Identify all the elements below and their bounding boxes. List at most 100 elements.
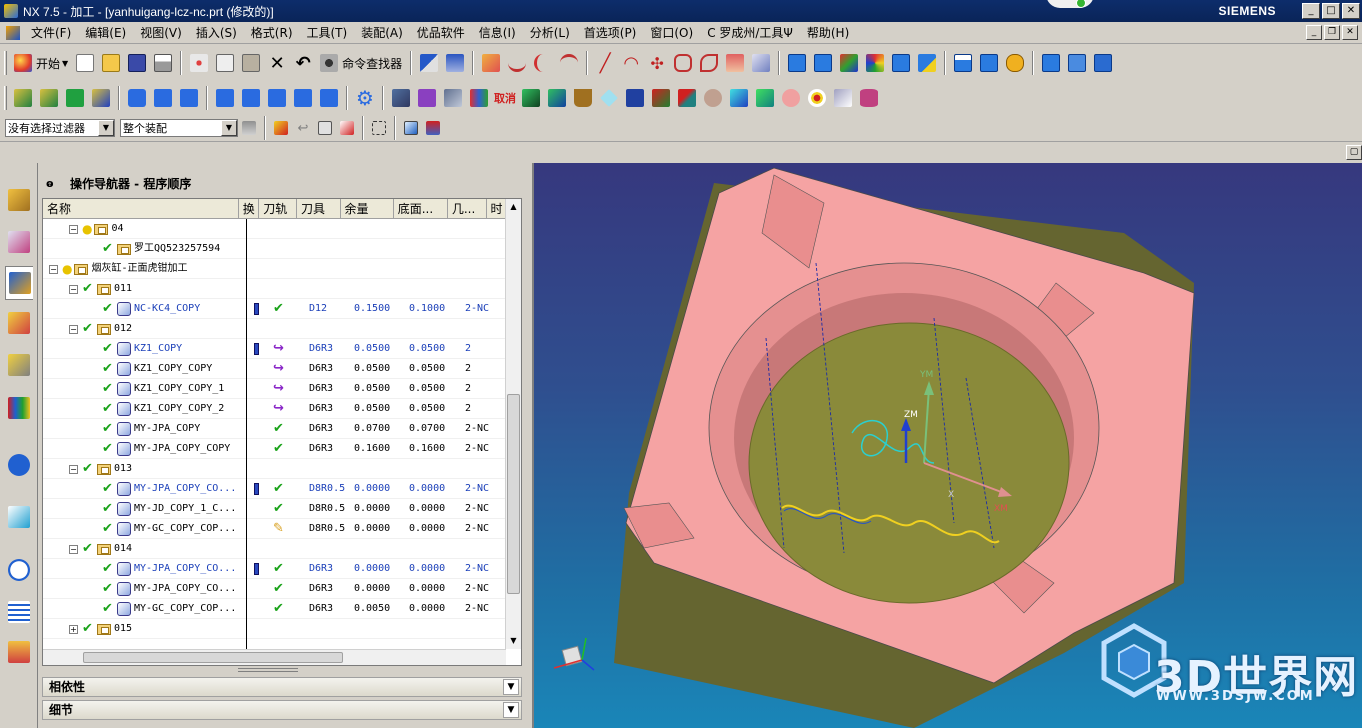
barcode-button[interactable] bbox=[239, 86, 263, 110]
line-button[interactable]: ╱ bbox=[593, 51, 617, 75]
maximize-button[interactable]: □ bbox=[1322, 3, 1340, 19]
toolbar-grip[interactable] bbox=[4, 86, 7, 110]
command-finder-button[interactable]: 命令查找器 bbox=[316, 51, 406, 75]
column-name[interactable]: 名称 bbox=[43, 199, 239, 219]
rotate-button[interactable] bbox=[317, 86, 341, 110]
pin-red-button[interactable] bbox=[423, 118, 443, 138]
target-button[interactable] bbox=[805, 86, 829, 110]
scroll-up-icon[interactable]: ▲ bbox=[506, 199, 521, 215]
funnel-button[interactable] bbox=[239, 118, 259, 138]
table-row[interactable]: + ✔ 015 bbox=[43, 619, 506, 639]
toggle-button[interactable] bbox=[977, 51, 1001, 75]
pot-button[interactable] bbox=[571, 86, 595, 110]
cube-cyan-button[interactable] bbox=[727, 86, 751, 110]
row-name-cell[interactable]: − ✔ 012 bbox=[43, 319, 246, 339]
pin-icon[interactable]: ⱺ bbox=[46, 177, 58, 190]
table-row[interactable]: ✔ KZ1_COPY_COPY_2 ↪ D6R3 0.0500 0.0500 2 bbox=[43, 399, 506, 419]
row-name-cell[interactable]: − ✔ 014 bbox=[43, 539, 246, 559]
layout2-button[interactable] bbox=[177, 86, 201, 110]
view-top-button[interactable] bbox=[11, 86, 35, 110]
cube-dark-button[interactable] bbox=[389, 86, 413, 110]
back-button[interactable]: ↩ bbox=[293, 118, 313, 138]
paste-button[interactable] bbox=[239, 51, 263, 75]
row-name-cell[interactable]: ✔ KZ1_COPY bbox=[43, 339, 246, 359]
row-name-cell[interactable]: ✔ MY-JPA_COPY_CO... bbox=[43, 479, 246, 499]
doc-minimize-button[interactable]: _ bbox=[1306, 25, 1322, 40]
table-row[interactable]: ✔ MY-GC_COPY_COP... ✎ D8R0.5 0.0000 0.0000 2-N… bbox=[43, 519, 506, 539]
view-front-button[interactable] bbox=[37, 86, 61, 110]
table-row[interactable]: ✔ MY-GC_COPY_COP... ✔ D6R3 0.0050 0.0000 2-NC bbox=[43, 599, 506, 619]
offset-curve-button[interactable] bbox=[557, 51, 581, 75]
column-tool[interactable]: 刀具 bbox=[297, 199, 341, 219]
row-name-cell[interactable]: ✔ KZ1_COPY_COPY_1 bbox=[43, 379, 246, 399]
cut-button[interactable] bbox=[187, 51, 211, 75]
constraint-navigator-tab[interactable] bbox=[5, 225, 33, 259]
details-panel[interactable]: 细节 ▼ bbox=[42, 700, 522, 720]
move-up-button[interactable] bbox=[785, 51, 809, 75]
panel-splitter[interactable] bbox=[238, 668, 298, 672]
columns-button[interactable] bbox=[291, 86, 315, 110]
expander-icon[interactable]: − bbox=[69, 224, 78, 234]
row-name-cell[interactable]: ✔ KZ1_COPY_COPY bbox=[43, 359, 246, 379]
graphics-viewport[interactable]: YM ZM XM X 3D世界网 WWW.3DSJW.COM bbox=[532, 163, 1362, 728]
layer-button[interactable] bbox=[951, 51, 975, 75]
feature-button[interactable] bbox=[749, 51, 773, 75]
cylinder-button[interactable] bbox=[857, 86, 881, 110]
history-palette-tab[interactable] bbox=[5, 500, 33, 534]
table-row[interactable]: ✔ KZ1_COPY_COPY ↪ D6R3 0.0500 0.0500 2 bbox=[43, 359, 506, 379]
snap-point-button[interactable] bbox=[271, 118, 291, 138]
expander-icon[interactable]: − bbox=[69, 284, 78, 294]
arc-button[interactable]: ◠ bbox=[619, 51, 643, 75]
select-button[interactable] bbox=[443, 51, 467, 75]
assembly-navigator-tab[interactable] bbox=[5, 183, 33, 217]
tag-button[interactable] bbox=[915, 51, 939, 75]
spline-button[interactable] bbox=[531, 51, 555, 75]
view-iso-button[interactable] bbox=[63, 86, 87, 110]
menu-preferences[interactable]: 首选项(P) bbox=[577, 23, 644, 43]
pin-button[interactable] bbox=[1003, 51, 1027, 75]
table-row[interactable]: ✔ KZ1_COPY ↪ D6R3 0.0500 0.0500 2 bbox=[43, 339, 506, 359]
reuse-library-tab[interactable] bbox=[5, 348, 33, 382]
row-name-cell[interactable]: ✔ MY-JPA_COPY_COPY bbox=[43, 439, 246, 459]
scroll-thumb[interactable] bbox=[507, 394, 520, 594]
row-name-cell[interactable]: − ✔ 011 bbox=[43, 279, 246, 299]
box-red-button[interactable] bbox=[649, 86, 673, 110]
abs-button[interactable] bbox=[1039, 51, 1063, 75]
save-button[interactable] bbox=[125, 51, 149, 75]
table-row[interactable]: − ✔ 014 bbox=[43, 539, 506, 559]
row-name-cell[interactable]: ✔ KZ1_COPY_COPY_2 bbox=[43, 399, 246, 419]
library-button[interactable] bbox=[467, 86, 491, 110]
row-name-cell[interactable]: ✔ MY-JD_COPY_1_C... bbox=[43, 499, 246, 519]
table-row[interactable]: ✔ MY-JPA_COPY_CO... ✔ D8R0.5 0.0000 0.0000 2-N… bbox=[43, 479, 506, 499]
scroll-down-icon[interactable]: ▼ bbox=[506, 633, 521, 649]
settings-button[interactable]: ⚙ bbox=[353, 86, 377, 110]
swap-button[interactable] bbox=[863, 51, 887, 75]
menu-analysis[interactable]: 分析(L) bbox=[523, 23, 577, 43]
hole-button[interactable] bbox=[723, 51, 747, 75]
row-name-cell[interactable]: + ✔ 015 bbox=[43, 619, 246, 639]
menu-view[interactable]: 视图(V) bbox=[133, 23, 189, 43]
roles-tab[interactable] bbox=[5, 635, 33, 669]
menu-insert[interactable]: 插入(S) bbox=[189, 23, 244, 43]
select-box-button[interactable] bbox=[369, 118, 389, 138]
filter-select[interactable]: 没有选择过滤器 ▼ bbox=[5, 119, 115, 137]
toolbar-options-icon[interactable]: ▢ bbox=[1346, 145, 1362, 160]
cancel-text-button[interactable]: 取消 bbox=[493, 86, 517, 110]
stripes-button[interactable] bbox=[675, 86, 699, 110]
notification-tab[interactable] bbox=[1046, 0, 1094, 8]
expander-icon[interactable]: + bbox=[69, 624, 78, 634]
open-file-button[interactable] bbox=[99, 51, 123, 75]
move-down-button[interactable] bbox=[811, 51, 835, 75]
square-blue-button[interactable] bbox=[623, 86, 647, 110]
box-green-button[interactable] bbox=[519, 86, 543, 110]
menu-info[interactable]: 信息(I) bbox=[472, 23, 523, 43]
system-materials-tab[interactable] bbox=[5, 595, 33, 629]
color-button[interactable] bbox=[837, 51, 861, 75]
grid-button[interactable] bbox=[265, 86, 289, 110]
revolve-button[interactable] bbox=[697, 51, 721, 75]
menu-format[interactable]: 格式(R) bbox=[244, 23, 300, 43]
tree-horizontal-scrollbar[interactable] bbox=[43, 649, 506, 665]
row-name-cell[interactable]: − ● 04 bbox=[43, 219, 246, 239]
view-right-button[interactable] bbox=[89, 86, 113, 110]
menu-custom-tools[interactable]: C 罗成州/工具Ψ bbox=[700, 23, 800, 43]
